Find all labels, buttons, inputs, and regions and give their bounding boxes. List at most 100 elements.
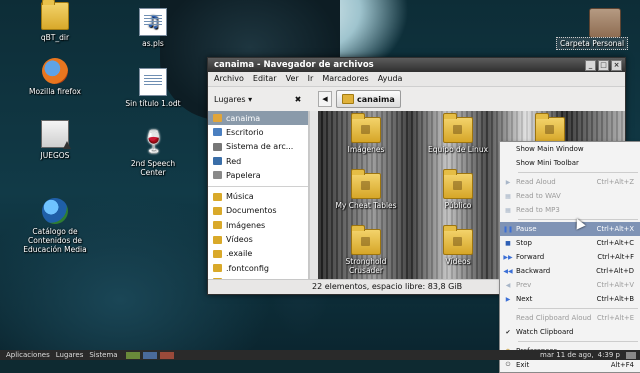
desktop-icon-juegos[interactable]: JUEGOS <box>20 120 90 160</box>
sidebar-item-música[interactable]: Música <box>208 189 308 203</box>
file-item[interactable]: Vídeos <box>422 225 494 266</box>
menu-item-label: Read to MP3 <box>516 206 560 214</box>
desktop-icon-label: as.pls <box>142 39 164 48</box>
file-item[interactable]: Imágenes <box>330 113 402 154</box>
close-pane-icon[interactable]: ✖ <box>292 95 304 104</box>
next-icon: ▶ <box>505 295 511 303</box>
desktop-icon-catalogo[interactable]: Catálogo de Contenidos de Educación Medi… <box>20 198 90 254</box>
home-folder-icon[interactable] <box>589 8 621 38</box>
desktop-icon-firefox[interactable]: Mozilla firefox <box>20 58 90 96</box>
menu-item-label: Watch Clipboard <box>516 328 574 336</box>
place-icon <box>213 264 222 273</box>
menu-item-label: Read Clipboard Aloud <box>516 314 592 322</box>
folder-icon <box>443 169 473 199</box>
bottom-panel: Aplicaciones Lugares Sistema mar 11 de a… <box>0 350 640 360</box>
menu-item-exit[interactable]: ⏻ Exit Alt+F4 <box>500 358 640 372</box>
desktop-icon-speech-center[interactable]: 🍷 2nd Speech Center <box>118 130 188 177</box>
sidebar-scrollbar[interactable] <box>309 111 318 279</box>
sidebar-item-canaima[interactable]: canaima <box>208 111 308 126</box>
sidebar-item-label: .fontconfig <box>226 263 269 273</box>
menu-marcadores[interactable]: Marcadores <box>322 72 368 86</box>
desktop-icon-qbt-dir[interactable]: qBT_dir <box>20 0 90 42</box>
menu-editar[interactable]: Editar <box>253 72 277 86</box>
sidebar-item-red[interactable]: Red <box>208 154 308 168</box>
window-title: canaima - Navegador de archivos <box>214 60 374 70</box>
path-button-canaima[interactable]: canaima <box>336 90 401 108</box>
panel-menu-sistema[interactable]: Sistema <box>89 350 117 360</box>
menu-item-label: Next <box>516 295 533 303</box>
menu-ir[interactable]: Ir <box>308 72 314 86</box>
desktop-icon-as-pls[interactable]: ♫ as.pls <box>118 8 188 48</box>
sidebar-item--exaile[interactable]: .exaile <box>208 247 308 261</box>
path-label: canaima <box>357 94 395 104</box>
close-icon[interactable]: × <box>611 60 622 71</box>
menu-item-forward[interactable]: ▶▶ Forward Ctrl+Alt+F <box>500 250 640 264</box>
menu-gutter: ▦ <box>500 189 516 203</box>
place-icon <box>213 114 222 123</box>
panel-time[interactable]: 4:39 p <box>598 350 620 360</box>
menu-item-stop[interactable]: ■ Stop Ctrl+Alt+C <box>500 236 640 250</box>
menu-ayuda[interactable]: Ayuda <box>378 72 403 86</box>
launcher-icon[interactable] <box>159 351 174 359</box>
menu-ver[interactable]: Ver <box>286 72 299 86</box>
launcher-icon[interactable] <box>142 351 157 359</box>
panel-menu-aplicaciones[interactable]: Aplicaciones <box>6 350 50 360</box>
menu-item-show-mini-toolbar[interactable]: Show Mini Toolbar <box>500 156 640 170</box>
file-label: Vídeos <box>445 257 471 266</box>
menu-gutter <box>500 311 516 325</box>
folder-emblem-icon <box>453 181 462 190</box>
window-titlebar[interactable]: canaima - Navegador de archivos _ □ × <box>208 58 625 72</box>
sidebar-item-label: Red <box>226 156 242 166</box>
menu-gutter <box>500 142 516 156</box>
file-item[interactable]: Stronghold Crusader <box>330 225 402 275</box>
games-icon <box>41 120 71 149</box>
menu-item-backward[interactable]: ◀◀ Backward Ctrl+Alt+D <box>500 264 640 278</box>
path-back-icon[interactable]: ◀ <box>318 91 332 107</box>
menu-item-shortcut: Ctrl+Alt+B <box>596 295 634 303</box>
menu-item-shortcut: Alt+F4 <box>610 361 634 369</box>
menu-gutter: ◀◀ <box>500 264 516 278</box>
sidebar-item-imágenes[interactable]: Imágenes <box>208 218 308 232</box>
place-icon <box>213 171 222 180</box>
file-item[interactable]: Equipo de Linux <box>422 113 494 154</box>
menu-item-watch-clipboard[interactable]: ✔ Watch Clipboard <box>500 325 640 339</box>
menu-gutter: ■ <box>500 236 516 250</box>
folder-icon <box>351 169 381 199</box>
globe-icon <box>42 198 68 224</box>
menu-item-next[interactable]: ▶ Next Ctrl+Alt+B <box>500 292 640 306</box>
forward-icon: ▶▶ <box>503 253 513 261</box>
desktop-icon-label[interactable]: Carpeta Personal <box>556 37 629 50</box>
desktop-icon-sin-titulo[interactable]: Sin título 1.odt <box>118 68 188 108</box>
sidebar-item-escritorio[interactable]: Escritorio <box>208 125 308 139</box>
menu-gutter: ▶▶ <box>500 250 516 264</box>
menu-item-read-aloud: ▶ Read Aloud Ctrl+Alt+Z <box>500 175 640 189</box>
file-item[interactable]: My Cheat Tables <box>330 169 402 210</box>
sidebar-item--fontconfig[interactable]: .fontconfig <box>208 261 308 275</box>
menu-item-label: Backward <box>516 267 551 275</box>
prev-icon: ◀ <box>505 281 511 289</box>
place-icon <box>213 142 222 151</box>
sidebar-item-sistema-de-arc[interactable]: Sistema de arc... <box>208 140 308 154</box>
minimize-icon[interactable]: _ <box>585 60 596 71</box>
places-dropdown[interactable]: Lugares ▾ <box>212 95 288 104</box>
folder-icon <box>535 113 565 143</box>
volume-icon[interactable] <box>626 351 636 359</box>
menu-item-shortcut: Ctrl+Alt+Z <box>596 178 634 186</box>
speech-center-context-menu: Show Main Window Show Mini Toolbar ▶ Read A… <box>499 141 640 373</box>
place-icon <box>213 192 222 201</box>
place-icon <box>213 249 222 258</box>
sidebar-item-vídeos[interactable]: Vídeos <box>208 232 308 246</box>
menu-item-show-main-window[interactable]: Show Main Window <box>500 142 640 156</box>
launcher-icon[interactable] <box>125 351 140 359</box>
menu-archivo[interactable]: Archivo <box>214 72 244 86</box>
sidebar-item-label: Música <box>226 192 254 202</box>
panel-date[interactable]: mar 11 de ago, <box>540 350 594 360</box>
maximize-icon[interactable]: □ <box>598 60 609 71</box>
menu-item-prev: ◀ Prev Ctrl+Alt+V <box>500 278 640 292</box>
menu-item-pause[interactable]: ❚❚ Pause Ctrl+Alt+X <box>500 222 640 236</box>
place-icon <box>213 128 222 137</box>
sidebar-item-documentos[interactable]: Documentos <box>208 204 308 218</box>
file-item[interactable]: Público <box>422 169 494 210</box>
panel-menu-lugares[interactable]: Lugares <box>56 350 84 360</box>
sidebar-item-papelera[interactable]: Papelera <box>208 168 308 182</box>
